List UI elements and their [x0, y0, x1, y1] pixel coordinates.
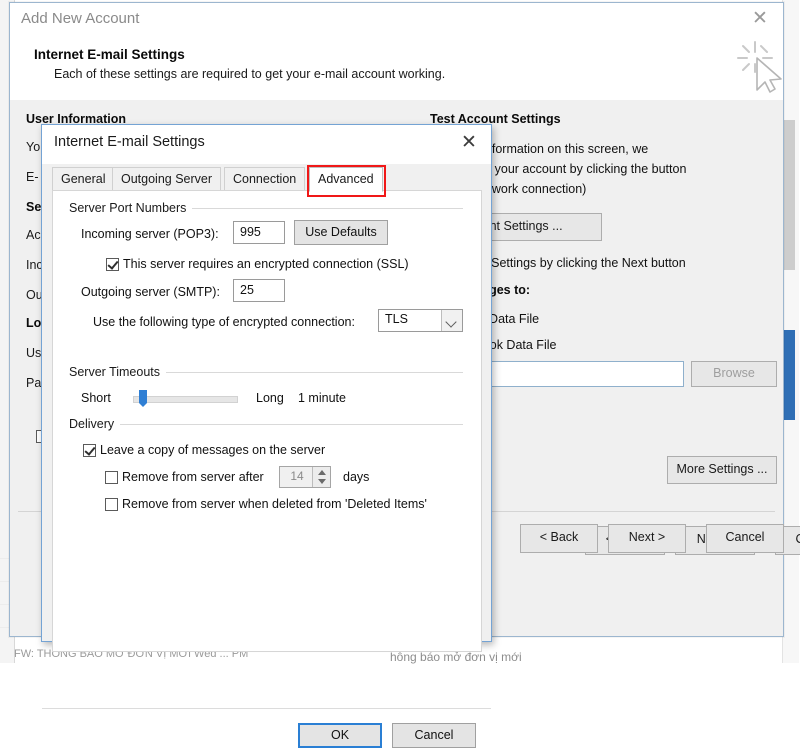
group-rule-delivery: [69, 424, 463, 425]
cancel-button[interactable]: Cancel: [392, 723, 476, 748]
remove-after-days-stepper[interactable]: 14: [279, 466, 331, 488]
label-user-name: Us: [26, 346, 42, 360]
window-titlebar: Add New Account ✕: [10, 3, 783, 37]
label-account-type: Ac: [26, 228, 41, 242]
tab-outgoing-server[interactable]: Outgoing Server: [112, 167, 222, 191]
window-title: Add New Account: [21, 10, 140, 27]
group-server-port-numbers: Server Port Numbers: [69, 201, 193, 215]
ssl-checkbox[interactable]: [106, 258, 119, 271]
tab-general[interactable]: General: [52, 167, 115, 191]
label-leave-copy: Leave a copy of messages on the server: [100, 443, 326, 457]
tab-connection[interactable]: Connection: [224, 167, 306, 191]
group-delivery: Delivery: [69, 417, 121, 431]
label-ssl: This server requires an encrypted connec…: [123, 257, 409, 271]
dialog-footer-divider: [42, 708, 491, 709]
scrollbar-thumb-upper[interactable]: [784, 120, 795, 270]
close-icon[interactable]: ✕: [749, 9, 771, 29]
label-short: Short: [81, 391, 111, 405]
use-defaults-button[interactable]: Use Defaults: [294, 220, 388, 245]
encryption-type-value: TLS: [385, 312, 408, 326]
chevron-up-icon: [318, 470, 326, 475]
label-password: Pa: [26, 376, 42, 390]
browse-button[interactable]: Browse: [691, 361, 777, 387]
tab-strip: General Outgoing Server Connection Advan…: [52, 167, 482, 192]
scrollbar-thumb-lower[interactable]: [784, 330, 795, 420]
chevron-down-icon: [318, 479, 326, 484]
dialog-title: Internet E-mail Settings: [54, 134, 205, 150]
timeout-value: 1 minute: [298, 391, 346, 405]
back-button-visible[interactable]: < Back: [520, 524, 598, 553]
label-encryption-type: Use the following type of encrypted conn…: [93, 315, 355, 329]
tab-advanced[interactable]: Advanced: [309, 167, 383, 192]
leave-copy-checkbox[interactable]: [83, 444, 96, 457]
page-title: Internet E-mail Settings: [34, 47, 185, 62]
label-long: Long: [256, 391, 284, 405]
remove-after-days-value: 14: [290, 469, 304, 483]
label-remove-after: Remove from server after: [122, 470, 264, 484]
label-remove-deleted: Remove from server when deleted from 'De…: [122, 497, 427, 511]
remove-deleted-checkbox[interactable]: [105, 498, 118, 511]
timeout-slider-thumb[interactable]: [139, 390, 147, 407]
close-icon[interactable]: ✕: [457, 133, 481, 155]
label-your-name: Yo: [26, 140, 41, 154]
label-outgoing-server: Outgoing server (SMTP):: [81, 285, 220, 299]
label-incoming-server: Incoming server (POP3):: [81, 227, 219, 241]
internet-email-settings-dialog: Internet E-mail Settings ✕ General Outgo…: [41, 124, 492, 748]
group-server-timeouts: Server Timeouts: [69, 365, 167, 379]
ok-button[interactable]: OK: [298, 723, 382, 748]
label-email-address: E-: [26, 170, 39, 184]
page-subtitle: Each of these settings are required to g…: [54, 67, 446, 81]
label-days: days: [343, 470, 370, 484]
wizard-footer-buttons: < Back Next > Cancel: [520, 524, 784, 554]
incoming-port-input[interactable]: 995: [233, 221, 285, 244]
remove-after-checkbox[interactable]: [105, 471, 118, 484]
encryption-type-select[interactable]: TLS: [378, 309, 463, 332]
reading-pane-body: hông báo mở đơn vị mới: [390, 650, 522, 664]
next-button-visible[interactable]: Next >: [608, 524, 686, 553]
timeout-slider-track[interactable]: [133, 396, 238, 403]
cancel-button-visible[interactable]: Cancel: [706, 524, 784, 553]
wizard-header: Internet E-mail Settings Each of these s…: [10, 37, 783, 100]
stepper-buttons[interactable]: [312, 467, 330, 487]
chevron-down-icon[interactable]: [441, 310, 462, 331]
outgoing-port-input[interactable]: 25: [233, 279, 285, 302]
more-settings-button[interactable]: More Settings ...: [667, 456, 777, 484]
advanced-tab-page: Server Port Numbers Incoming server (POP…: [52, 190, 482, 652]
